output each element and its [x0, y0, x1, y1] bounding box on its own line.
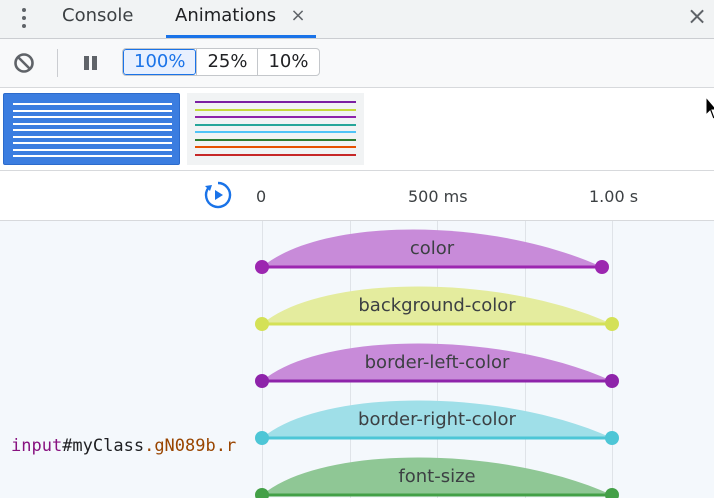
group-thumb-line — [195, 108, 356, 111]
speed-100-button[interactable]: 100% — [123, 49, 197, 75]
group-thumb-line — [13, 155, 172, 157]
playback-speed-group: 100% 25% 10% — [122, 48, 320, 76]
drawer-tab-bar: Console Animations × × — [0, 0, 714, 39]
speed-25-button[interactable]: 25% — [196, 49, 257, 75]
group-thumb-line — [13, 142, 172, 144]
tab-animations[interactable]: Animations — [175, 0, 276, 38]
animation-name-label: font-size — [398, 466, 476, 487]
start-keyframe-handle[interactable] — [255, 374, 269, 388]
end-keyframe-handle[interactable] — [605, 317, 619, 331]
animation-name-label: background-color — [358, 295, 516, 316]
animations-panel: Console Animations × × 100% 25% 10% 0 50… — [0, 0, 714, 498]
animation-group-preview-selected[interactable] — [3, 93, 180, 165]
start-keyframe-handle[interactable] — [255, 260, 269, 274]
active-tab-indicator — [166, 35, 316, 38]
close-tab-icon[interactable]: × — [290, 4, 306, 28]
group-thumb-line — [195, 101, 356, 103]
tick-label-1s: 1.00 s — [589, 187, 639, 206]
group-thumb-line — [13, 129, 172, 131]
tab-console[interactable]: Console — [62, 0, 133, 38]
group-thumb-line — [195, 138, 356, 141]
group-thumb-line — [13, 135, 172, 138]
close-drawer-icon[interactable]: × — [684, 2, 710, 30]
end-keyframe-handle[interactable] — [605, 374, 619, 388]
animation-name-label: border-left-color — [364, 352, 510, 373]
pause-all-icon[interactable] — [80, 53, 102, 73]
tick-label-500ms: 500 ms — [408, 187, 468, 206]
animation-group-preview[interactable] — [187, 93, 364, 165]
group-thumb-line — [195, 153, 356, 156]
start-keyframe-handle[interactable] — [255, 317, 269, 331]
group-thumb-line — [13, 148, 172, 151]
animation-name-label: border-right-color — [358, 409, 516, 430]
group-thumb-line — [195, 116, 356, 118]
group-thumb-line — [13, 103, 172, 105]
more-options-icon[interactable] — [16, 6, 32, 32]
end-keyframe-handle[interactable] — [605, 488, 619, 498]
mouse-cursor-icon — [705, 96, 714, 120]
replay-icon[interactable] — [203, 180, 233, 210]
animation-row-background-color[interactable]: background-color — [0, 278, 714, 335]
end-keyframe-handle[interactable] — [595, 260, 609, 274]
animation-row-border-right-color[interactable]: border-right-color — [0, 392, 714, 449]
group-thumb-line — [13, 122, 172, 125]
start-keyframe-handle[interactable] — [255, 431, 269, 445]
toolbar-divider — [57, 49, 58, 77]
timeline-header: 0 500 ms 1.00 s — [0, 171, 714, 221]
animation-name-label: color — [409, 238, 455, 259]
speed-10-button[interactable]: 10% — [257, 49, 318, 75]
start-keyframe-handle[interactable] — [255, 488, 269, 498]
clear-all-icon[interactable] — [13, 52, 35, 74]
animation-row-color[interactable]: color — [0, 221, 714, 278]
group-thumb-line — [195, 123, 356, 126]
animation-row-border-left-color[interactable]: border-left-color — [0, 335, 714, 392]
group-thumb-line — [13, 116, 172, 118]
group-thumb-line — [13, 109, 172, 112]
group-thumb-line — [195, 131, 356, 133]
group-thumb-line — [195, 146, 356, 148]
animation-row-font-size[interactable]: font-size — [0, 449, 714, 498]
end-keyframe-handle[interactable] — [605, 431, 619, 445]
animations-toolbar: 100% 25% 10% — [0, 39, 714, 88]
animation-timeline-area: input#myClass.gN089b.r color background-c… — [0, 221, 714, 498]
animation-groups — [0, 88, 714, 171]
tick-label-0: 0 — [256, 187, 267, 206]
